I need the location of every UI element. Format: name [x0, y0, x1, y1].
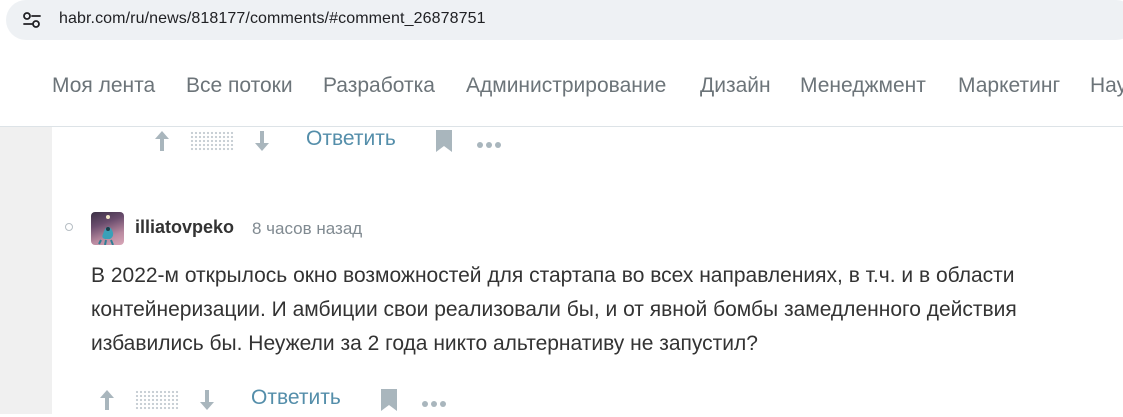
- tune-icon[interactable]: [21, 10, 43, 30]
- nav-item-marketing[interactable]: Маркетинг: [958, 74, 1060, 98]
- nav-item-administration[interactable]: Администрирование: [466, 74, 666, 98]
- vote-up-icon[interactable]: [97, 388, 117, 417]
- bookmark-icon[interactable]: [435, 129, 453, 158]
- score-hidden: [135, 390, 179, 410]
- comment-thread-bullet: [65, 223, 73, 231]
- nav-item-science[interactable]: Нау: [1090, 74, 1123, 98]
- vote-down-icon[interactable]: [252, 129, 272, 158]
- comment-author[interactable]: illiatovpeko: [135, 217, 234, 238]
- top-navigation: Моя лента Все потоки Разработка Админист…: [0, 42, 1123, 127]
- url-text[interactable]: habr.com/ru/news/818177/comments/#commen…: [59, 10, 486, 28]
- comment-time[interactable]: 8 часов назад: [252, 219, 362, 239]
- more-options-icon[interactable]: [476, 136, 502, 154]
- comment-text: В 2022-м открылось окно возможностей для…: [91, 264, 1017, 355]
- reply-button[interactable]: Ответить: [306, 127, 396, 151]
- nav-item-my-feed[interactable]: Моя лента: [52, 74, 155, 98]
- left-gutter: [0, 127, 52, 414]
- more-options-icon[interactable]: [421, 395, 447, 413]
- vote-down-icon[interactable]: [197, 388, 217, 417]
- nav-item-development[interactable]: Разработка: [323, 74, 435, 98]
- vote-up-icon[interactable]: [152, 129, 172, 158]
- url-field[interactable]: habr.com/ru/news/818177/comments/#commen…: [6, 0, 1123, 40]
- avatar[interactable]: [91, 212, 124, 245]
- score-hidden: [190, 131, 234, 151]
- reply-button[interactable]: Ответить: [251, 386, 341, 410]
- browser-address-bar: habr.com/ru/news/818177/comments/#commen…: [0, 0, 1123, 42]
- nav-item-design[interactable]: Дизайн: [700, 74, 771, 98]
- nav-item-management[interactable]: Менеджмент: [800, 74, 926, 98]
- nav-item-all-streams[interactable]: Все потоки: [186, 74, 293, 98]
- bookmark-icon[interactable]: [380, 388, 398, 417]
